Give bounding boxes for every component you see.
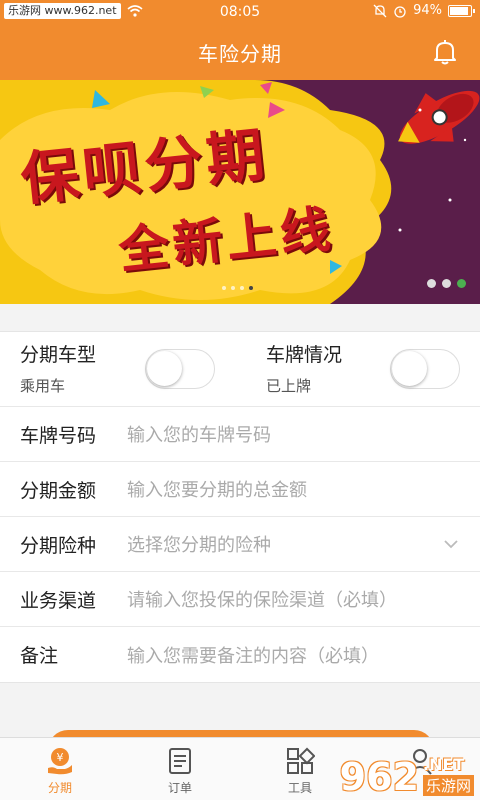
plate-number-row[interactable]: 车牌号码 输入您的车牌号码 — [0, 407, 480, 462]
amount-row[interactable]: 分期金额 输入您要分期的总金额 — [0, 462, 480, 517]
battery-icon — [448, 4, 475, 17]
remark-label: 备注 — [20, 645, 59, 667]
tab-orders[interactable]: 订单 — [120, 738, 240, 800]
tools-icon — [287, 747, 315, 774]
switch-knob — [147, 351, 182, 386]
tab-label: 分期 — [47, 781, 72, 795]
plate-status-value: 已上牌 — [266, 377, 312, 395]
channel-input[interactable]: 请输入您投保的保险渠道（必填） — [127, 586, 397, 612]
alarm-icon — [394, 5, 406, 18]
mute-icon — [373, 4, 387, 17]
banner-slide-dots — [427, 279, 466, 288]
page-title: 车险分期 — [198, 42, 282, 66]
tab-label: 订单 — [167, 781, 192, 795]
insurance-type-label: 分期险种 — [20, 534, 97, 557]
amount-label: 分期金额 — [20, 479, 97, 502]
status-bar: 乐游网 www.962.net 08:05 94% — [0, 0, 480, 24]
remark-row[interactable]: 备注 输入您需要备注的内容（必填） — [0, 627, 480, 682]
insurance-type-row[interactable]: 分期险种 选择您分期的险种 — [0, 517, 480, 572]
promo-banner[interactable]: 保呗分期 全新上线 — [0, 80, 480, 304]
switch-knob — [392, 351, 427, 386]
site-watermark: 962 .NET 乐游网 — [340, 757, 474, 796]
insurance-type-select[interactable]: 选择您分期的险种 — [127, 531, 271, 557]
svg-text:¥: ¥ — [57, 751, 64, 764]
plate-status-label: 车牌情况 — [266, 344, 343, 366]
tab-label: 工具 — [287, 781, 312, 795]
installment-form: 分期车型 乘用车 车牌情况 已上牌 车牌号码 输入您的车牌号码 分期金额 输入您… — [0, 331, 480, 683]
amount-input[interactable]: 输入您要分期的总金额 — [127, 476, 307, 502]
tab-installment[interactable]: ¥ 分期 — [0, 738, 120, 800]
plate-number-label: 车牌号码 — [20, 424, 97, 447]
vehicle-type-switch[interactable] — [145, 349, 215, 389]
plate-number-input[interactable]: 输入您的车牌号码 — [127, 421, 271, 447]
nav-bar: 车险分期 — [0, 24, 480, 80]
watermark-number: 962 — [339, 755, 419, 799]
order-icon — [169, 748, 191, 774]
plate-status-switch[interactable] — [390, 349, 460, 389]
vehicle-type-value: 乘用车 — [20, 377, 66, 395]
channel-row[interactable]: 业务渠道 请输入您投保的保险渠道（必填） — [0, 572, 480, 627]
bell-icon[interactable] — [432, 38, 458, 66]
watermark-net: .NET — [422, 755, 465, 774]
watermark-cn: 乐游网 — [422, 775, 474, 796]
vehicle-type-label: 分期车型 — [20, 344, 97, 366]
channel-label: 业务渠道 — [20, 589, 97, 612]
remark-input[interactable]: 输入您需要备注的内容（必填） — [127, 642, 379, 668]
vehicle-type-block: 分期车型 乘用车 — [20, 340, 96, 396]
toggle-row: 分期车型 乘用车 车牌情况 已上牌 — [0, 332, 480, 407]
plate-status-block: 车牌情况 已上牌 — [266, 340, 342, 396]
banner-page-indicator — [222, 286, 253, 290]
battery-percent: 94% — [413, 3, 442, 18]
chevron-down-icon[interactable] — [444, 539, 458, 549]
installment-icon: ¥ — [48, 748, 72, 775]
